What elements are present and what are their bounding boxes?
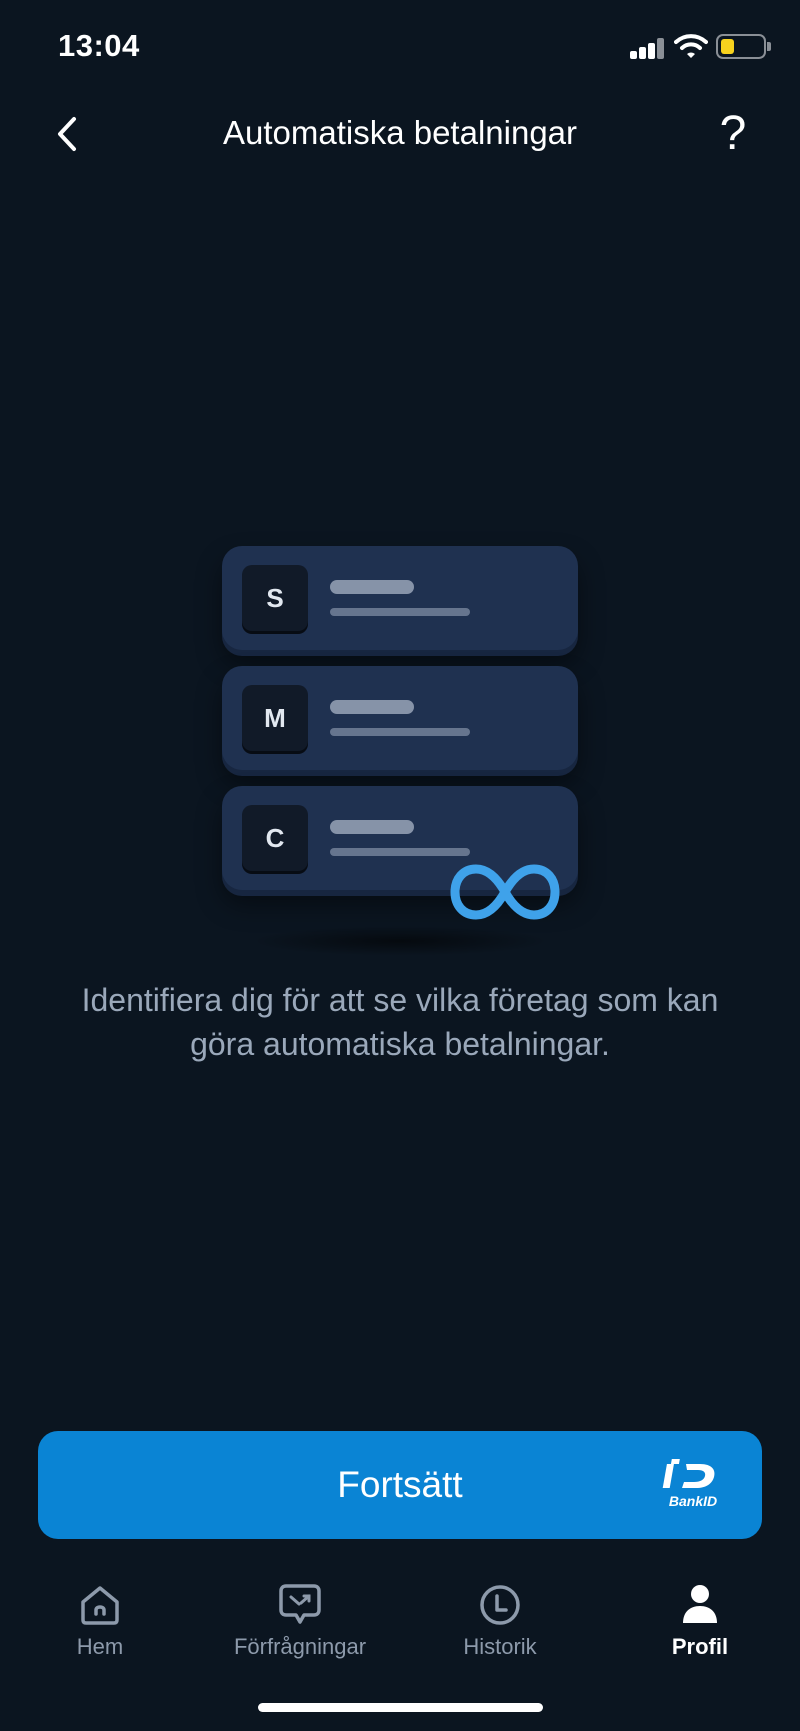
tab-profile[interactable]: Profil	[600, 1570, 800, 1666]
automatic-payments-illustration: S M C	[220, 546, 580, 966]
description-text: Identifiera dig för att se vilka företag…	[81, 982, 719, 1062]
placeholder-line	[330, 580, 414, 594]
help-button[interactable]: ?	[708, 104, 758, 164]
tab-history[interactable]: Historik	[400, 1570, 600, 1666]
tab-profile-label: Profil	[671, 1634, 729, 1659]
tab-requests-label: Förfrågningar	[233, 1634, 367, 1659]
continue-button-label: Fortsätt	[337, 1464, 463, 1505]
home-indicator	[258, 1703, 543, 1712]
tab-requests[interactable]: Förfrågningar	[200, 1570, 400, 1666]
company-logo-m: M	[242, 685, 308, 751]
tab-home[interactable]: Hem	[0, 1570, 200, 1666]
illustration-shadow	[250, 926, 550, 956]
continue-button[interactable]: Fortsätt BankID	[38, 1431, 762, 1539]
company-card-s: S	[222, 546, 578, 650]
bankid-icon: BankID	[662, 1459, 717, 1509]
tab-bar: Hem Förfrågningar Historik Profil	[0, 1570, 800, 1680]
placeholder-line	[330, 820, 414, 834]
status-time: 13:04	[58, 28, 140, 63]
placeholder-line	[330, 728, 470, 736]
tab-home-label: Hem	[76, 1634, 124, 1659]
company-card-m: M	[222, 666, 578, 770]
wifi-icon	[674, 34, 708, 58]
signal-icon	[630, 37, 666, 59]
battery-icon	[716, 34, 766, 59]
requests-icon	[279, 1584, 321, 1624]
tab-history-label: Historik	[463, 1634, 537, 1659]
page-title: Automatiska betalningar	[222, 114, 578, 151]
infinity-icon	[450, 864, 560, 920]
company-logo-c: C	[242, 805, 308, 871]
status-bar: 13:04	[0, 0, 800, 100]
company-logo-s: S	[242, 565, 308, 631]
battery-level	[721, 39, 734, 54]
battery-cap	[767, 42, 771, 51]
home-icon	[81, 1586, 119, 1625]
profile-icon	[683, 1585, 717, 1623]
history-icon	[480, 1585, 520, 1625]
svg-text:BankID: BankID	[669, 1493, 717, 1509]
placeholder-line	[330, 700, 414, 714]
placeholder-line	[330, 608, 470, 616]
placeholder-line	[330, 848, 470, 856]
